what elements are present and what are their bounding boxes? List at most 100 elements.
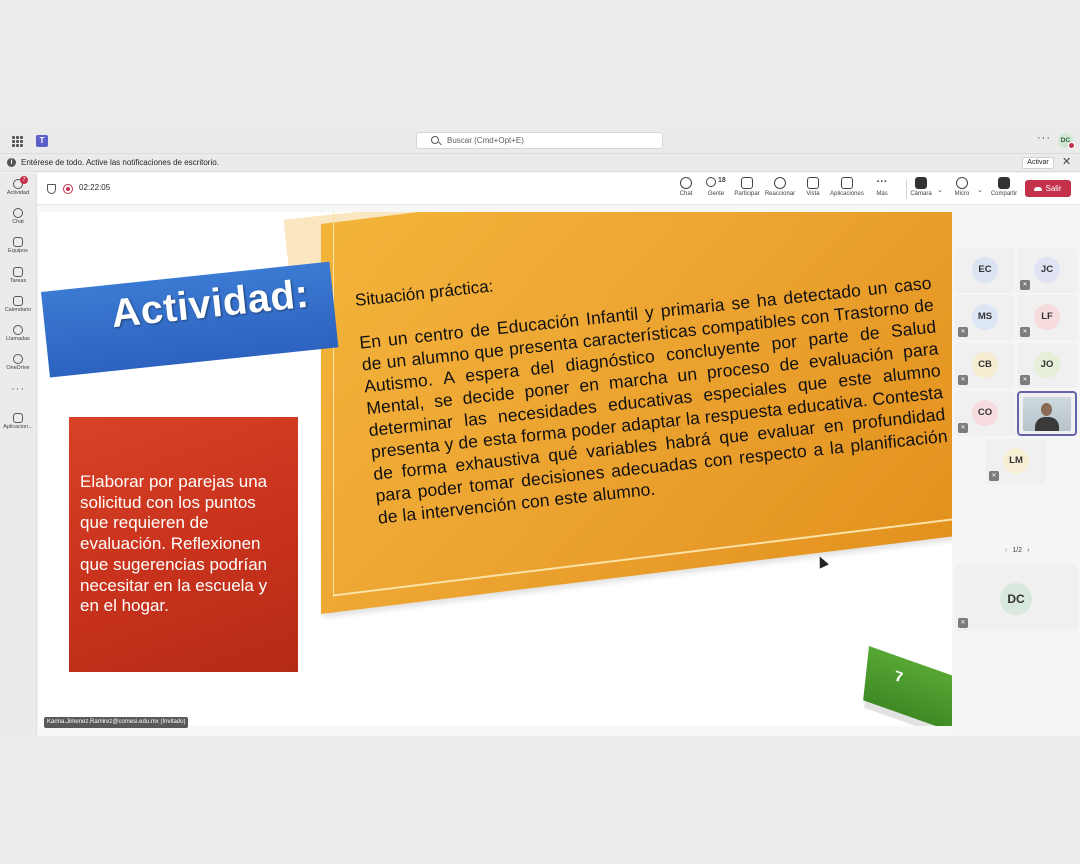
avatar: CO xyxy=(972,400,998,426)
participants-gallery: EC JC ✕ MS ✕ LF ✕ CB ✕ JO ✕ CO ✕ LM ✕ ‹ … xyxy=(952,205,1080,736)
meeting-controls: 02:22:05 Chat 18 Gente Participar Reacci… xyxy=(37,173,1080,205)
teams-logo-icon: T xyxy=(36,135,48,147)
participant-tile[interactable]: JO ✕ xyxy=(1017,343,1077,388)
participant-tile[interactable]: MS ✕ xyxy=(955,295,1015,340)
rail-item-activity[interactable]: 7 Actividad xyxy=(0,176,36,196)
meeting-area: 02:22:05 Chat 18 Gente Participar Reacci… xyxy=(36,173,1080,736)
self-tile[interactable]: DC ✕ xyxy=(955,565,1078,631)
slide-page-tab: 7 xyxy=(863,646,952,726)
hand-icon xyxy=(741,177,753,189)
teams-icon xyxy=(13,237,23,247)
shared-screen: Situación práctica: En un centro de Educ… xyxy=(37,205,952,736)
people-count: 18 xyxy=(717,177,726,184)
raise-hand-button[interactable]: Participar xyxy=(733,177,761,197)
mic-off-icon: ✕ xyxy=(989,471,999,481)
mouse-cursor-icon xyxy=(815,554,829,569)
camera-button[interactable]: Cámara xyxy=(908,177,934,197)
people-button[interactable]: 18 Gente xyxy=(702,177,730,197)
share-label: Compartir xyxy=(990,191,1018,197)
more-button[interactable]: ··· Más xyxy=(871,177,893,198)
search-icon xyxy=(431,136,439,144)
mic-off-icon: ✕ xyxy=(958,375,968,385)
chevron-down-icon[interactable]: ⌄ xyxy=(977,186,983,194)
avatar: LM xyxy=(1003,448,1029,474)
gallery-pager: ‹ 1/2 › xyxy=(1000,547,1034,554)
chat-icon xyxy=(13,208,23,218)
rail-item-calendar[interactable]: Calendario xyxy=(0,296,36,313)
rail-item-label: Chat xyxy=(12,219,24,225)
avatar: CB xyxy=(972,352,998,378)
teams-window: T Buscar (Cmd+Opt+E) ··· DC i Entérese d… xyxy=(0,128,1080,736)
chevron-left-icon[interactable]: ‹ xyxy=(1005,547,1007,554)
chat-button[interactable]: Chat xyxy=(674,177,698,197)
participant-tile[interactable]: JC ✕ xyxy=(1017,248,1077,293)
emoji-icon xyxy=(774,177,786,189)
rail-item-label: Equipos xyxy=(8,248,28,254)
share-button[interactable]: Compartir xyxy=(988,177,1020,197)
divider xyxy=(906,179,907,199)
calendar-icon xyxy=(13,296,23,306)
rail-item-teams[interactable]: Equipos xyxy=(0,237,36,254)
mic-off-icon xyxy=(956,177,968,189)
mic-off-icon: ✕ xyxy=(958,423,968,433)
view-button[interactable]: Vista xyxy=(801,177,825,197)
participant-tile[interactable]: LM ✕ xyxy=(986,439,1046,484)
rail-item-calls[interactable]: Llamadas xyxy=(0,325,36,342)
apps-label: Aplicaciones xyxy=(830,191,864,197)
rail-item-onedrive[interactable]: OneDrive xyxy=(0,354,36,371)
search-input[interactable]: Buscar (Cmd+Opt+E) xyxy=(416,132,663,149)
avatar: DC xyxy=(1000,583,1032,615)
view-label: Vista xyxy=(806,191,820,197)
mic-off-icon: ✕ xyxy=(1020,327,1030,337)
rail-item-label: Actividad xyxy=(6,190,30,196)
slide-task-text: Elaborar por parejas una solicitud con l… xyxy=(80,472,268,616)
participant-tile[interactable]: EC xyxy=(955,248,1015,293)
phone-hangup-icon xyxy=(1034,186,1043,191)
chevron-right-icon[interactable]: › xyxy=(1027,547,1029,554)
rail-item-tasks[interactable]: Tareas xyxy=(0,267,36,284)
mic-off-icon: ✕ xyxy=(1020,375,1030,385)
apps-button[interactable]: Aplicaciones xyxy=(828,177,866,197)
shield-icon xyxy=(47,184,56,194)
avatar: JC xyxy=(1034,257,1060,283)
app-rail: 7 Actividad Chat Equipos Tareas Calendar… xyxy=(0,173,36,736)
participant-tile[interactable]: LF ✕ xyxy=(1017,295,1077,340)
grid-view-icon xyxy=(807,177,819,189)
close-icon[interactable]: ✕ xyxy=(1062,154,1071,171)
mic-button[interactable]: Micro xyxy=(951,177,973,197)
avatar: JO xyxy=(1034,352,1060,378)
people-label: Gente xyxy=(707,191,725,197)
camera-label: Cámara xyxy=(910,191,932,197)
chat-icon xyxy=(680,177,692,189)
activate-button[interactable]: Activar xyxy=(1022,157,1054,169)
rail-item-label: Llamadas xyxy=(6,336,30,342)
chat-label: Chat xyxy=(679,191,693,197)
pager-label: 1/2 xyxy=(1012,547,1023,554)
participant-video-tile[interactable] xyxy=(1017,391,1077,436)
rail-item-chat[interactable]: Chat xyxy=(0,208,36,225)
cloud-icon xyxy=(13,354,23,364)
bag-icon xyxy=(13,267,23,277)
react-button[interactable]: Reaccionar xyxy=(764,177,796,197)
chevron-down-icon[interactable]: ⌄ xyxy=(937,186,943,194)
notification-banner: i Entérese de todo. Active las notificac… xyxy=(0,154,1080,172)
rail-item-label: Aplicacion... xyxy=(3,424,33,430)
info-icon: i xyxy=(7,158,16,167)
rail-item-apps[interactable]: Aplicacion... xyxy=(0,413,36,430)
avatar: EC xyxy=(972,257,998,283)
slide-task-box: Elaborar por parejas una solicitud con l… xyxy=(69,417,298,672)
avatar: LF xyxy=(1034,304,1060,330)
leave-button[interactable]: Salir xyxy=(1025,180,1071,197)
phone-icon xyxy=(13,325,23,335)
user-avatar[interactable]: DC xyxy=(1058,133,1075,149)
meeting-timer: 02:22:05 xyxy=(79,183,111,192)
participant-tile[interactable]: CB ✕ xyxy=(955,343,1015,388)
rail-item-label: Tareas xyxy=(9,278,27,284)
more-options-icon[interactable]: ··· xyxy=(1037,132,1051,144)
app-launcher-icon[interactable] xyxy=(12,136,23,147)
title-bar: T Buscar (Cmd+Opt+E) ··· DC xyxy=(0,128,1080,154)
react-label: Reaccionar xyxy=(764,191,796,197)
recording-icon xyxy=(63,184,73,194)
more-apps-icon[interactable]: ··· xyxy=(0,383,36,395)
participant-tile[interactable]: CO ✕ xyxy=(955,391,1015,436)
